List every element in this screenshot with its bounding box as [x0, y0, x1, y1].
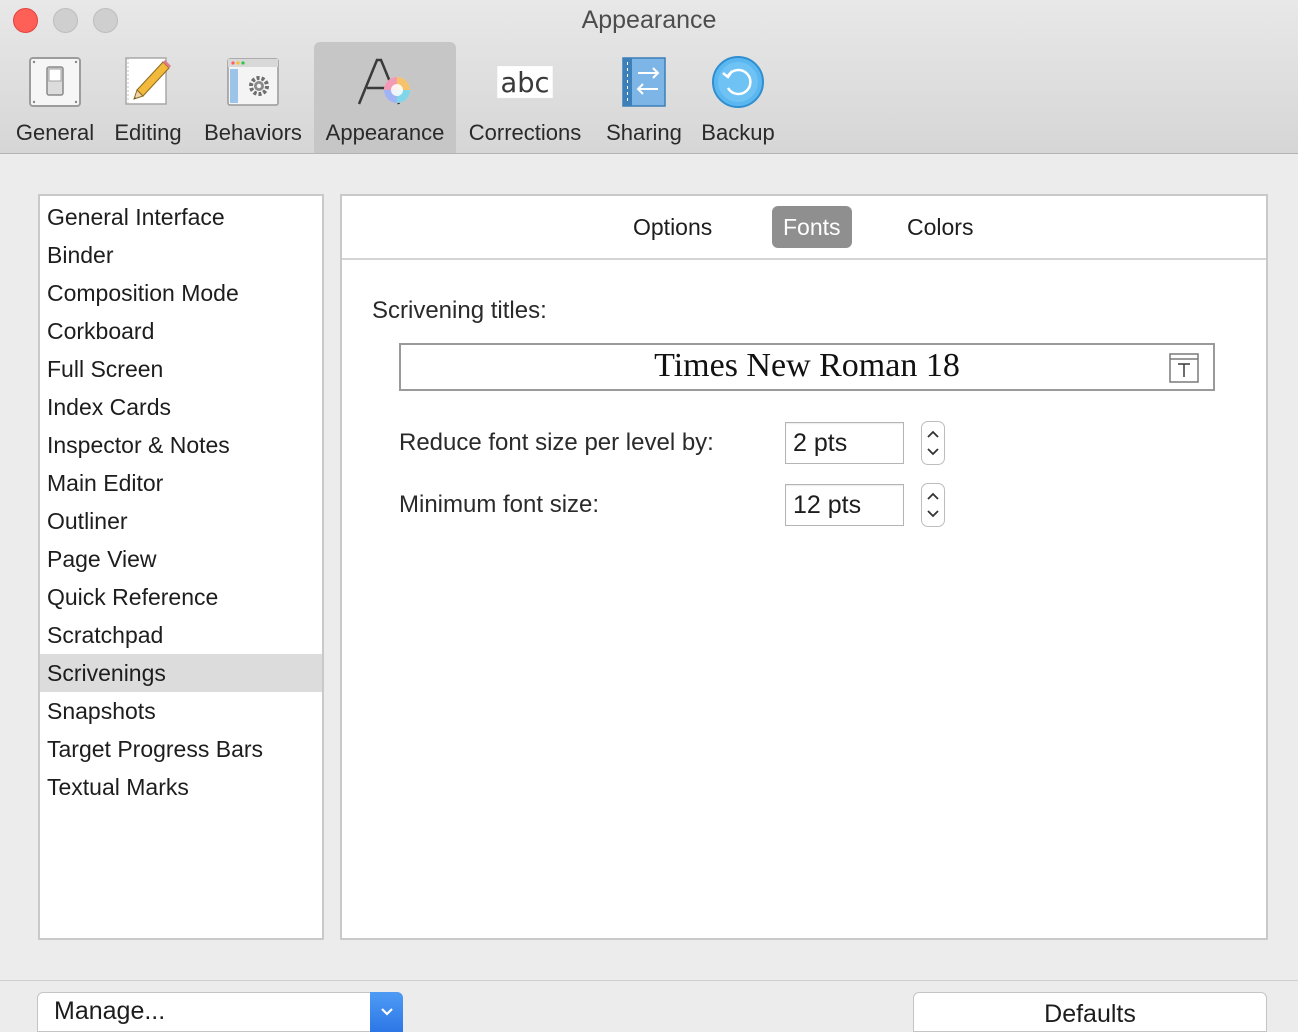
- sidebar-item-snapshots[interactable]: Snapshots: [40, 692, 322, 730]
- sidebar: General Interface Binder Composition Mod…: [38, 194, 324, 940]
- sync-arrows-icon: [614, 52, 674, 112]
- chevron-down-icon[interactable]: [370, 992, 403, 1032]
- sidebar-item-scrivenings[interactable]: Scrivenings: [40, 654, 322, 692]
- scrivening-titles-font-well[interactable]: Times New Roman 18: [399, 343, 1215, 391]
- sidebar-item-index-cards[interactable]: Index Cards: [40, 388, 322, 426]
- sidebar-item-general-interface[interactable]: General Interface: [40, 198, 322, 236]
- sidebar-item-full-screen[interactable]: Full Screen: [40, 350, 322, 388]
- stepper-arrows-icon: [927, 430, 939, 456]
- reduce-font-size-label: Reduce font size per level by:: [399, 429, 714, 456]
- minimum-font-size-stepper[interactable]: [921, 483, 945, 527]
- toolbar-behaviors[interactable]: Behaviors: [197, 42, 309, 153]
- toolbar-label: Backup: [701, 120, 775, 145]
- font-color-wheel-icon: [355, 52, 415, 112]
- general-switch-icon: [25, 52, 85, 112]
- backup-icon: [708, 52, 768, 112]
- toolbar-corrections[interactable]: abc Corrections: [462, 42, 588, 153]
- pencil-icon: [118, 52, 178, 112]
- toolbar-label: Behaviors: [204, 120, 302, 145]
- toolbar-general[interactable]: General: [10, 42, 100, 153]
- tab-fonts[interactable]: Fonts: [772, 206, 852, 248]
- sidebar-item-scratchpad[interactable]: Scratchpad: [40, 616, 322, 654]
- minimum-font-size-input[interactable]: 12 pts: [785, 484, 904, 526]
- font-well-value: Times New Roman 18: [654, 347, 960, 384]
- font-picker-icon[interactable]: [1169, 353, 1199, 383]
- toolbar-backup[interactable]: Backup: [696, 42, 780, 153]
- tab-colors[interactable]: Colors: [896, 206, 984, 248]
- manage-popup-button[interactable]: Manage...: [37, 992, 403, 1032]
- sidebar-item-corkboard[interactable]: Corkboard: [40, 312, 322, 350]
- svg-text:abc: abc: [500, 68, 549, 99]
- sidebar-item-textual-marks[interactable]: Textual Marks: [40, 768, 322, 806]
- sidebar-item-quick-reference[interactable]: Quick Reference: [40, 578, 322, 616]
- stepper-arrows-icon: [927, 492, 939, 518]
- toolbar-sharing[interactable]: Sharing: [600, 42, 688, 153]
- settings-panel: Options Fonts Colors Scrivening titles: …: [340, 194, 1268, 940]
- sidebar-item-inspector-notes[interactable]: Inspector & Notes: [40, 426, 322, 464]
- minimum-font-size-label: Minimum font size:: [399, 491, 600, 518]
- manage-label: Manage...: [54, 997, 166, 1025]
- sidebar-item-binder[interactable]: Binder: [40, 236, 322, 274]
- sidebar-item-main-editor[interactable]: Main Editor: [40, 464, 322, 502]
- toolbar-label: Appearance: [325, 120, 445, 145]
- tab-bar: Options Fonts Colors: [342, 196, 1266, 260]
- sidebar-item-composition-mode[interactable]: Composition Mode: [40, 274, 322, 312]
- window-gear-icon: [223, 52, 283, 112]
- defaults-button[interactable]: Defaults: [913, 992, 1267, 1032]
- toolbar-appearance[interactable]: Appearance: [314, 42, 456, 153]
- sidebar-item-outliner[interactable]: Outliner: [40, 502, 322, 540]
- reduce-font-size-stepper[interactable]: [921, 421, 945, 465]
- toolbar-label: Sharing: [606, 120, 682, 145]
- sidebar-item-page-view[interactable]: Page View: [40, 540, 322, 578]
- toolbar-label: Corrections: [468, 120, 582, 145]
- abc-icon: abc: [495, 52, 555, 112]
- toolbar-label: General: [15, 120, 95, 145]
- tab-options[interactable]: Options: [622, 206, 723, 248]
- toolbar-label: Editing: [114, 120, 182, 145]
- sidebar-item-target-progress-bars[interactable]: Target Progress Bars: [40, 730, 322, 768]
- window-title: Appearance: [581, 6, 717, 34]
- toolbar-editing[interactable]: Editing: [108, 42, 188, 153]
- titlebar: Appearance General Editing Behaviors App…: [0, 0, 1298, 154]
- scrivening-titles-label: Scrivening titles:: [372, 297, 547, 324]
- reduce-font-size-input[interactable]: 2 pts: [785, 422, 904, 464]
- sidebar-list: General Interface Binder Composition Mod…: [40, 196, 322, 806]
